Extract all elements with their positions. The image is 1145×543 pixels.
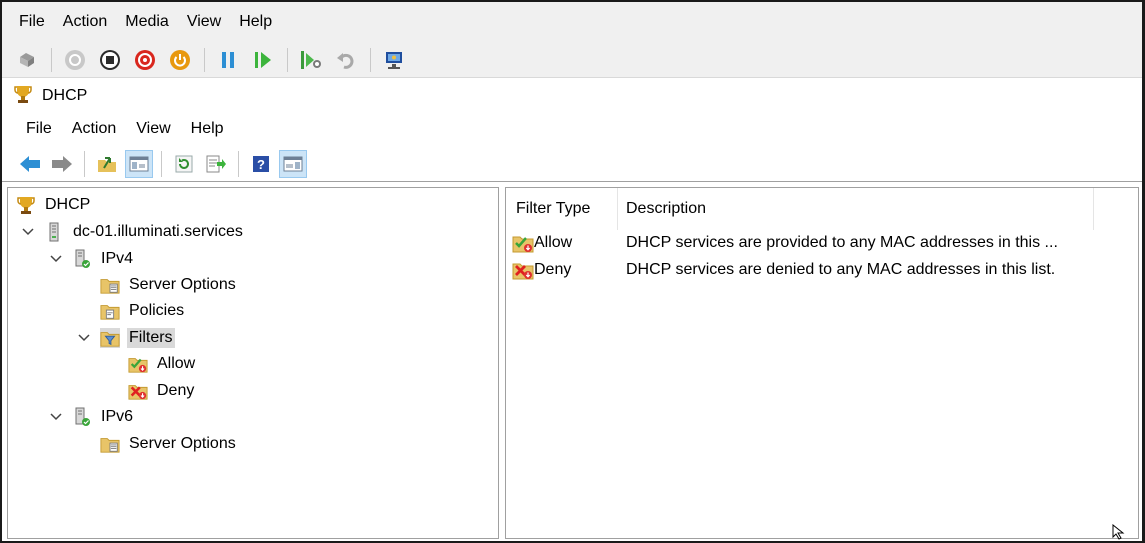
turn-off-icon[interactable]: [97, 47, 123, 73]
tree-item-label: IPv4: [99, 249, 135, 269]
column-header-filter-type[interactable]: Filter Type: [506, 188, 618, 230]
save-state-icon[interactable]: [167, 47, 193, 73]
tree-item-allow[interactable]: Allow: [128, 351, 197, 377]
dhcp-trophy-icon: [16, 195, 36, 215]
tree-item-label: Policies: [127, 301, 186, 321]
back-icon[interactable]: [16, 150, 44, 178]
revert-icon[interactable]: [333, 47, 359, 73]
mmc-menu-file[interactable]: File: [16, 120, 62, 138]
show-hide-action-pane-icon[interactable]: [279, 150, 307, 178]
console-tree: DHCP dc-01.illuminati.services IPv4 Serv…: [7, 187, 499, 539]
toolbar-separator: [161, 151, 162, 177]
mmc-menu-action[interactable]: Action: [62, 120, 126, 138]
mmc-menu-help[interactable]: Help: [181, 120, 234, 138]
tree-item-ipv4-server-options[interactable]: Server Options: [100, 272, 238, 298]
vm-toolbar: [2, 42, 1142, 78]
vm-menu-action[interactable]: Action: [54, 2, 116, 42]
forward-icon[interactable]: [48, 150, 76, 178]
column-header-description[interactable]: Description: [618, 188, 1094, 230]
dhcp-trophy-icon: [14, 84, 32, 109]
shutdown-icon[interactable]: [132, 47, 158, 73]
svg-text:?: ?: [257, 157, 265, 172]
policies-icon: [100, 301, 120, 321]
tree-item-label: Server Options: [127, 434, 238, 454]
mouse-cursor-icon: [1112, 524, 1126, 543]
vm-menu-view[interactable]: View: [178, 2, 230, 42]
tree-item-label: Filters: [127, 328, 175, 348]
tree-item-ipv4[interactable]: IPv4: [48, 246, 135, 272]
tree-item-label: Allow: [155, 354, 197, 374]
allow-icon: [512, 233, 534, 253]
ctrl-alt-del-icon[interactable]: [14, 47, 40, 73]
filters-icon: [100, 328, 120, 348]
deny-icon: [128, 381, 148, 401]
vm-menu-media[interactable]: Media: [116, 2, 178, 42]
tree-item-label: DHCP: [43, 195, 92, 215]
mmc-menu-view[interactable]: View: [126, 120, 180, 138]
tree-item-dhcp[interactable]: DHCP: [16, 192, 92, 218]
show-hide-console-tree-icon[interactable]: [125, 150, 153, 178]
resume-icon[interactable]: [250, 47, 276, 73]
list-item[interactable]: Deny DHCP services are denied to any MAC…: [512, 257, 1055, 283]
help-icon[interactable]: ?: [247, 150, 275, 178]
refresh-icon[interactable]: [170, 150, 198, 178]
enhanced-session-icon[interactable]: [381, 47, 407, 73]
description-cell: DHCP services are provided to any MAC ad…: [626, 234, 1058, 252]
tree-item-label: Server Options: [127, 275, 238, 295]
tree-item-label: IPv6: [99, 407, 135, 427]
vm-menu-help[interactable]: Help: [230, 2, 281, 42]
up-folder-icon[interactable]: [93, 150, 121, 178]
tree-item-policies[interactable]: Policies: [100, 298, 186, 324]
filter-type-cell: Deny: [534, 261, 626, 279]
tree-item-ipv6[interactable]: IPv6: [48, 404, 135, 430]
chevron-down-icon[interactable]: [20, 224, 36, 240]
server-options-icon: [100, 275, 120, 295]
ipv4-server-icon: [72, 249, 92, 269]
mmc-toolbar: ?: [2, 146, 1142, 182]
toolbar-separator: [84, 151, 85, 177]
mmc-menu-bar: File Action View Help: [2, 113, 1142, 145]
vm-menu-bar: File Action Media View Help: [2, 2, 1142, 42]
tree-item-label: Deny: [155, 381, 196, 401]
toolbar-separator: [204, 48, 205, 72]
tree-item-ipv6-server-options[interactable]: Server Options: [100, 431, 238, 457]
mmc-title-bar: DHCP: [2, 79, 1142, 113]
allow-icon: [128, 354, 148, 374]
tree-item-filters[interactable]: Filters: [76, 325, 175, 351]
chevron-down-icon[interactable]: [76, 330, 92, 346]
tree-item-label: dc-01.illuminati.services: [71, 222, 245, 242]
server-options-icon: [100, 434, 120, 454]
export-list-icon[interactable]: [202, 150, 230, 178]
checkpoint-icon[interactable]: [298, 47, 324, 73]
tree-item-deny[interactable]: Deny: [128, 378, 196, 404]
start-icon[interactable]: [62, 47, 88, 73]
toolbar-separator: [51, 48, 52, 72]
results-pane: Filter Type Description Allow DHCP servi…: [505, 187, 1139, 539]
filter-type-cell: Allow: [534, 234, 626, 252]
server-icon: [44, 222, 64, 242]
toolbar-separator: [287, 48, 288, 72]
deny-icon: [512, 260, 534, 280]
ipv6-server-icon: [72, 407, 92, 427]
chevron-down-icon[interactable]: [48, 409, 64, 425]
tree-item-server[interactable]: dc-01.illuminati.services: [20, 219, 245, 245]
toolbar-separator: [370, 48, 371, 72]
pause-icon[interactable]: [215, 47, 241, 73]
mmc-window-title: DHCP: [42, 87, 87, 105]
list-item[interactable]: Allow DHCP services are provided to any …: [512, 230, 1058, 256]
description-cell: DHCP services are denied to any MAC addr…: [626, 261, 1055, 279]
toolbar-separator: [238, 151, 239, 177]
vm-menu-file[interactable]: File: [10, 2, 54, 42]
chevron-down-icon[interactable]: [48, 251, 64, 267]
